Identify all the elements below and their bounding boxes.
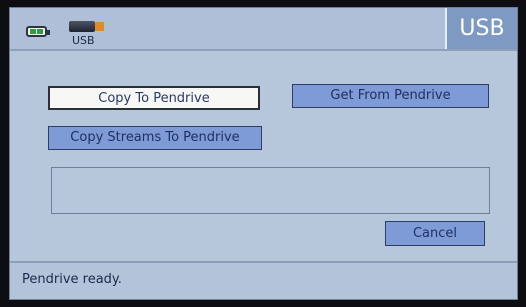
status-bar: Pendrive ready. — [10, 261, 517, 299]
usb-screen: USB USB Copy To Pendrive Get From Pendri… — [9, 7, 518, 300]
usb-icon-label: USB — [72, 34, 95, 47]
page-title: USB — [445, 8, 517, 49]
get-from-pendrive-button[interactable]: Get From Pendrive — [292, 84, 489, 108]
status-text: Pendrive ready. — [22, 272, 122, 287]
usb-plug — [95, 22, 104, 31]
battery-cell — [30, 29, 36, 34]
usb-drive-icon: USB — [69, 18, 107, 48]
copy-streams-to-pendrive-button[interactable]: Copy Streams To Pendrive — [48, 126, 262, 150]
battery-cell — [37, 29, 43, 34]
copy-to-pendrive-button[interactable]: Copy To Pendrive — [48, 86, 260, 110]
cancel-button[interactable]: Cancel — [385, 221, 485, 246]
message-area — [51, 167, 490, 214]
usb-stick-body — [69, 21, 95, 32]
title-bar: USB USB — [10, 8, 517, 51]
battery-icon — [26, 26, 50, 37]
